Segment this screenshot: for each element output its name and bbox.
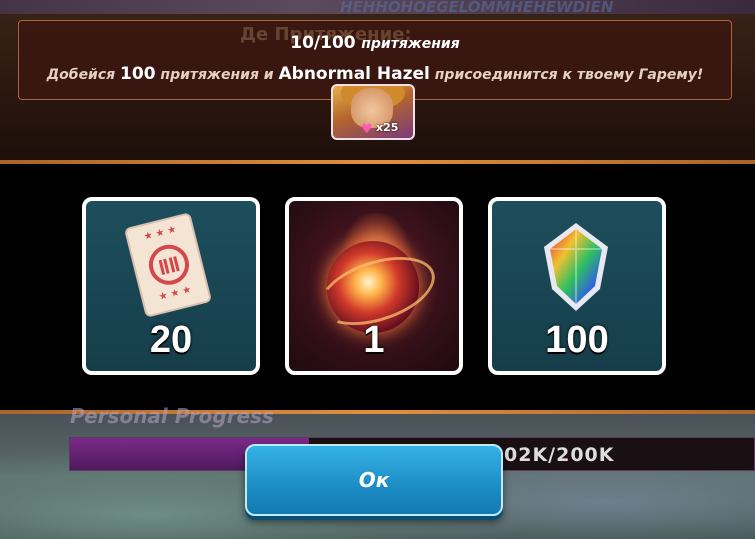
rainbow-gem-icon: [538, 219, 614, 315]
personal-progress-label: Personal Progress: [70, 404, 274, 428]
character-avatar: ♥ x25: [331, 84, 415, 140]
objective-text-suffix: присоединится к твоему Гарему!: [434, 67, 704, 83]
objective-count: 10/100: [290, 33, 356, 53]
rewards-top-border: [0, 160, 755, 164]
reward-card-orb: 1: [285, 197, 463, 375]
objective-description: Добейся 100 притяжения и Abnormal Hazel …: [18, 64, 732, 84]
ok-button[interactable]: Ок: [245, 444, 503, 516]
reward-card-gem: 100: [488, 197, 666, 375]
reward-card-ticket: ★ ★ ★ ǁǁ ★ ★ ★ 20: [82, 197, 260, 375]
objective-text-middle: притяжения и: [160, 67, 274, 83]
objective-title: 10/100 притяжения: [0, 33, 750, 53]
objective-amount: 100: [120, 64, 156, 84]
reward-quantity: 20: [149, 319, 193, 361]
objective-text-prefix: Добейся: [46, 67, 116, 83]
objective-title-word: притяжения: [361, 36, 460, 52]
background-header-text: HEHHOHOEGELOMMHEHEWDIEN: [340, 0, 614, 14]
personal-progress-value: 02K/200K: [504, 444, 615, 466]
character-name: Abnormal Hazel: [278, 64, 430, 84]
reward-quantity: 100: [545, 319, 609, 361]
avatar-multiplier: x25: [376, 121, 399, 134]
reward-quantity: 1: [363, 319, 385, 361]
ticket-icon: ★ ★ ★ ǁǁ ★ ★ ★: [123, 212, 213, 318]
heart-icon: ♥: [361, 122, 373, 137]
